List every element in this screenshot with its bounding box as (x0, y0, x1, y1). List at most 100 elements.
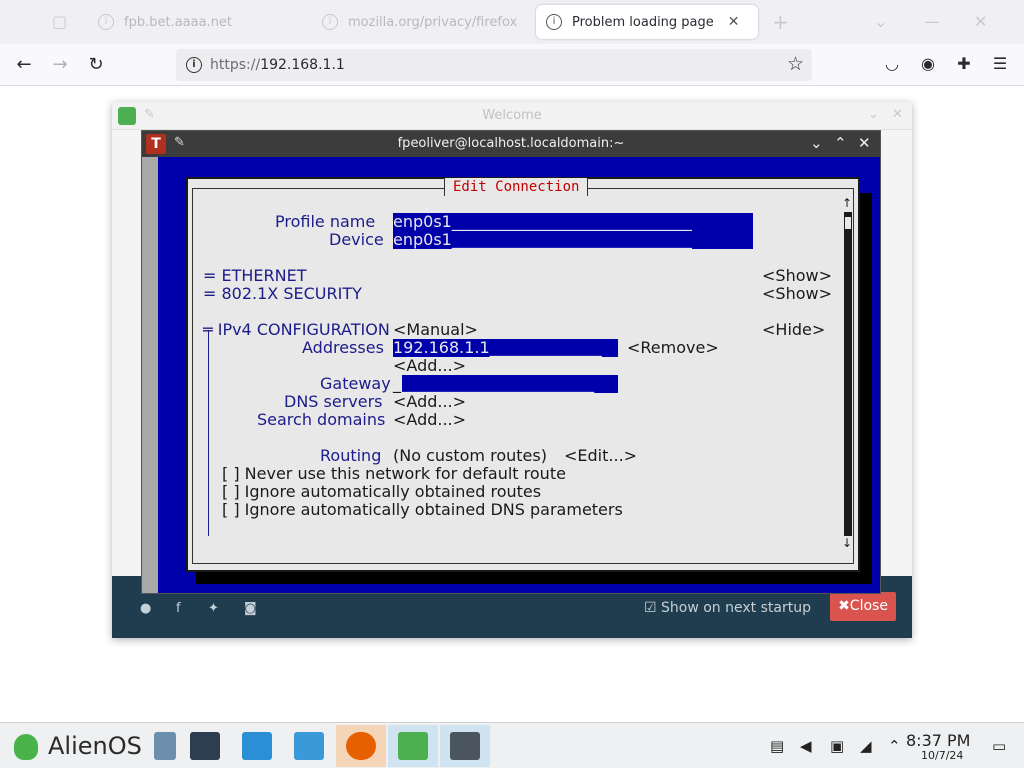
ipv4-section: ═ IPv4 CONFIGURATION (203, 320, 390, 339)
scroll-up-icon[interactable]: ↑ (842, 196, 852, 210)
ethernet-section: = ETHERNET (203, 266, 307, 285)
show-on-startup-toggle[interactable]: ☑ Show on next startup (644, 600, 811, 616)
device-label: Device (329, 230, 384, 249)
facebook-icon[interactable]: f (176, 601, 181, 616)
clock-date[interactable]: 10/7/24 (921, 749, 963, 762)
reddit-icon[interactable]: ● (140, 601, 151, 616)
close-x-icon: ✖ (838, 598, 850, 614)
mastodon-icon[interactable]: ◙ (244, 601, 257, 616)
menu-icon[interactable]: ☰ (990, 54, 1010, 74)
dns-servers-label: DNS servers (284, 392, 383, 411)
maximize-icon[interactable]: ⌃ (834, 134, 847, 152)
folder-icon (294, 732, 324, 760)
store-icon (242, 732, 272, 760)
tab-3-active[interactable]: i Problem loading page ✕ (536, 5, 758, 39)
ignore-routes-checkbox[interactable]: [ ] Ignore automatically obtained routes (222, 483, 541, 501)
browser-tab-strip: ▢ i fpb.bet.aaaa.net i mozilla.org/priva… (0, 0, 1024, 44)
edit-routes-button[interactable]: <Edit...> (564, 447, 637, 465)
back-arrow-icon[interactable]: ← (12, 53, 36, 77)
new-tab-button[interactable]: + (772, 10, 789, 34)
never-default-route-checkbox[interactable]: [ ] Never use this network for default r… (222, 465, 566, 483)
reload-icon[interactable]: ↻ (84, 53, 108, 77)
ipv4-hide-button[interactable]: <Hide> (762, 321, 825, 339)
clipboard-icon[interactable]: ▤ (770, 737, 784, 755)
taskbar-settings-app[interactable] (180, 725, 230, 767)
show-desktop-icon[interactable]: ▭ (992, 737, 1006, 755)
tab-3-label: Problem loading page (572, 14, 714, 30)
tab-info-icon: i (546, 14, 562, 30)
tab-2-label: mozilla.org/privacy/firefox (348, 14, 518, 30)
scroll-thumb[interactable] (844, 216, 852, 230)
tab-1[interactable]: i fpb.bet.aaaa.net (88, 5, 308, 39)
taskbar-welcome-app[interactable] (388, 725, 438, 767)
address-input[interactable]: 192.168.1.1______________ (393, 339, 618, 357)
volume-muted-icon[interactable]: ◀ (800, 737, 812, 755)
addresses-label: Addresses (302, 338, 384, 357)
taskbar-files-app[interactable] (284, 725, 334, 767)
storage-icon[interactable]: ▣ (830, 737, 844, 755)
close-button[interactable]: ✖Close (830, 592, 896, 621)
welcome-close-icon[interactable]: ✕ (892, 107, 903, 122)
ethernet-show-button[interactable]: <Show> (762, 267, 832, 285)
ignore-dns-checkbox[interactable]: [ ] Ignore automatically obtained DNS pa… (222, 501, 623, 519)
add-address-button[interactable]: <Add...> (393, 357, 466, 375)
url-text[interactable]: https://192.168.1.1 (210, 57, 345, 73)
monitor-icon (154, 732, 176, 760)
taskbar-firefox-app[interactable] (336, 725, 386, 767)
security-show-button[interactable]: <Show> (762, 285, 832, 303)
tab-close-icon[interactable]: ✕ (728, 14, 740, 30)
tab-list-icon[interactable]: ▢ (52, 12, 67, 31)
desktop: ▢ i fpb.bet.aaaa.net i mozilla.org/priva… (0, 0, 1024, 768)
routing-label: Routing (320, 446, 382, 465)
account-icon[interactable]: ◉ (918, 54, 938, 74)
welcome-minimize-icon[interactable]: ⌄ (868, 107, 879, 122)
window-close-icon[interactable]: ✕ (974, 12, 987, 31)
ipv4-section-bar (208, 330, 209, 536)
firefox-icon (346, 732, 376, 760)
gateway-label: Gateway (320, 374, 391, 393)
gateway-cursor: _ (393, 374, 401, 393)
start-menu-label[interactable]: AlienOS (48, 732, 142, 760)
pocket-icon[interactable]: ◡ (882, 54, 902, 74)
close-icon[interactable]: ✕ (858, 134, 871, 152)
terminal-icon (450, 732, 480, 760)
tab-2[interactable]: i mozilla.org/privacy/firefox (312, 5, 532, 39)
url-bar[interactable]: i https://192.168.1.1 ☆ (176, 49, 812, 81)
browser-nav-bar: ← → ↻ i https://192.168.1.1 ☆ ◡ ◉ ✚ ☰ (0, 44, 1024, 86)
welcome-icon (398, 732, 428, 760)
extensions-icon[interactable]: ✚ (954, 54, 974, 74)
minimize-icon[interactable]: ⌄ (810, 134, 823, 152)
twitter-icon[interactable]: ✦ (208, 601, 219, 616)
tab-info-icon: i (98, 14, 114, 30)
taskbar: AlienOS ▤ ◀ ▣ ◢ ⌃ 8:37 PM 10/7/24 ▭ (0, 722, 1024, 768)
taskbar-store-app[interactable] (232, 725, 282, 767)
add-dns-button[interactable]: <Add...> (393, 393, 466, 411)
tab-1-label: fpb.bet.aaaa.net (124, 14, 233, 30)
profile-name-input[interactable]: enp0s1______________________________ (393, 213, 753, 231)
ipv4-mode-dropdown[interactable]: <Manual> (393, 321, 478, 339)
network-disconnected-icon[interactable]: ◢ (860, 737, 872, 755)
gateway-input[interactable]: ________________________ (402, 375, 618, 393)
clock-time[interactable]: 8:37 PM (906, 731, 970, 750)
scroll-down-icon[interactable]: ↓ (842, 536, 852, 550)
taskbar-terminal-app[interactable] (440, 725, 490, 767)
terminal-titlebar: T ✎ fpeoliver@localhost.localdomain:~ ⌄ … (142, 131, 880, 157)
bookmark-star-icon[interactable]: ☆ (787, 53, 804, 75)
forward-arrow-icon[interactable]: → (48, 53, 72, 77)
address-value: 192.168.1.1 (393, 338, 490, 357)
tab-overflow-icon[interactable]: ⌄ (874, 12, 887, 31)
settings-icon (190, 732, 220, 760)
window-minimize-icon[interactable]: — (924, 12, 940, 31)
tray-expand-icon[interactable]: ⌃ (888, 737, 901, 755)
profile-name-value: enp0s1 (393, 212, 452, 231)
device-input[interactable]: enp0s1______________________________ (393, 231, 753, 249)
add-search-domain-button[interactable]: <Add...> (393, 411, 466, 429)
terminal-left-strip (142, 157, 158, 593)
remove-address-button[interactable]: <Remove> (627, 339, 719, 357)
scroll-track[interactable] (844, 212, 852, 536)
site-info-icon[interactable]: i (186, 57, 202, 73)
dialog-shadow-right (860, 193, 872, 583)
alien-logo-icon[interactable] (14, 734, 38, 760)
dialog-scrollbar[interactable]: ↑ ↓ (842, 196, 852, 552)
tab-info-icon: i (322, 14, 338, 30)
